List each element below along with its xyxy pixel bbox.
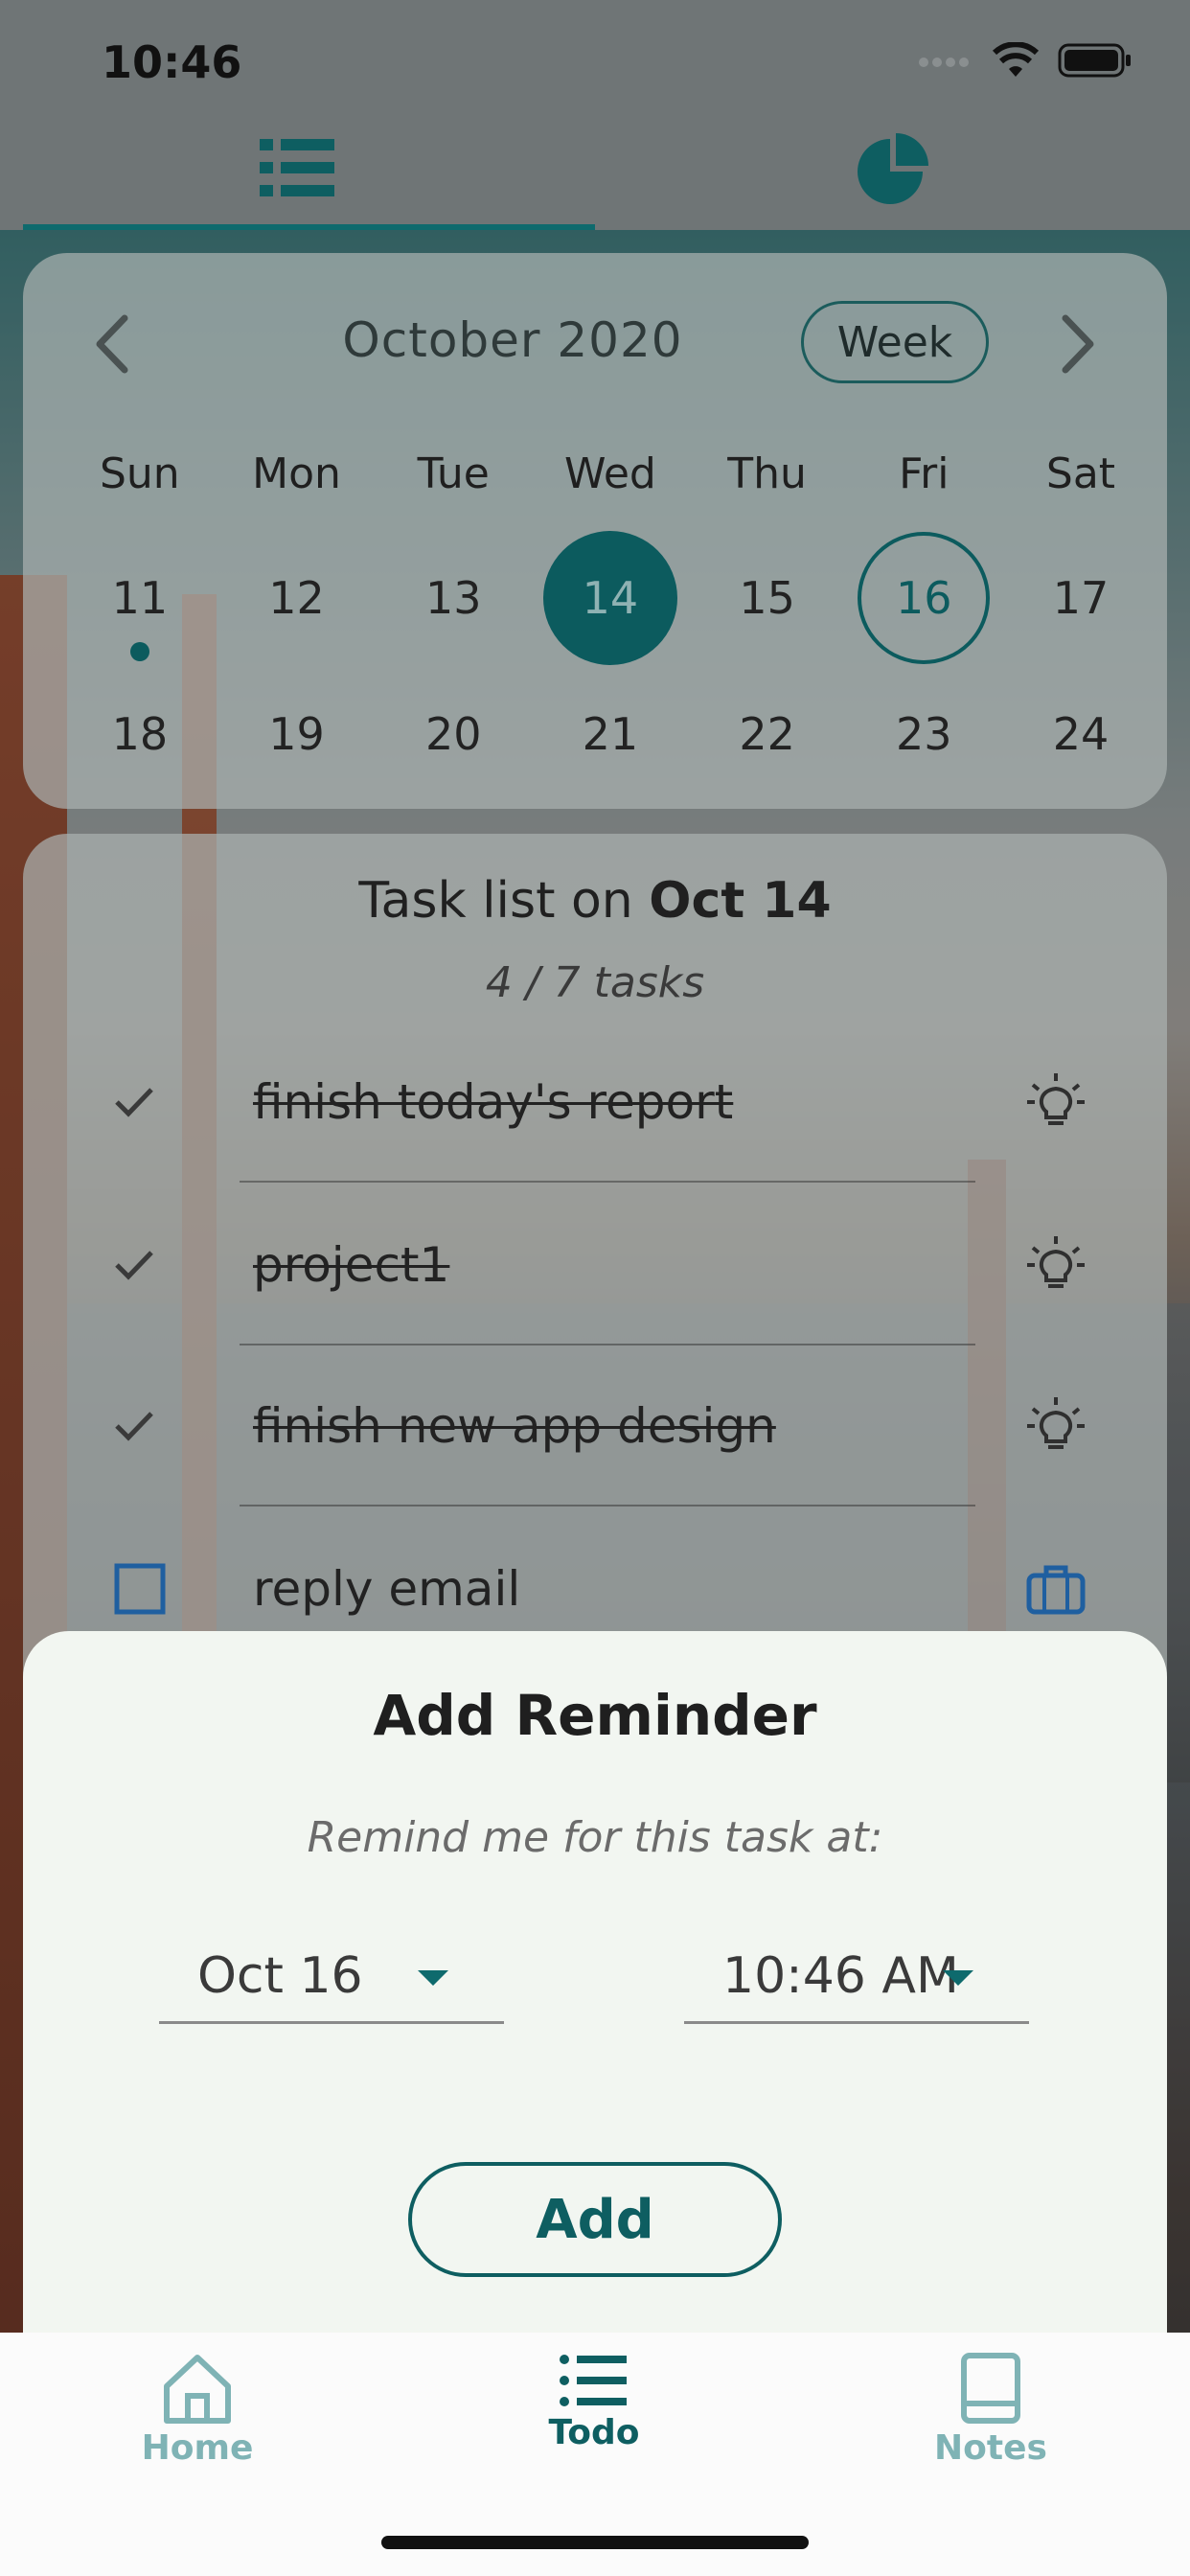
checkmark-icon[interactable] [113, 1248, 155, 1282]
calendar-day-selected[interactable]: 14 [532, 531, 689, 665]
task-divider [240, 1181, 975, 1183]
nav-notes[interactable]: Notes [876, 2352, 1106, 2468]
weekday-label: Wed [563, 448, 656, 498]
weekday-label: Tue [417, 448, 490, 498]
task-divider [240, 1505, 975, 1506]
home-icon [164, 2355, 231, 2424]
calendar-day[interactable]: 20 [375, 686, 532, 782]
calendar-week-row: 11 12 13 14 15 16 17 [23, 531, 1167, 665]
time-value: 10:46 AM [722, 1947, 959, 2005]
signal-icon [919, 58, 969, 67]
task-progress: 4 / 7 tasks [485, 958, 705, 1007]
event-dot [129, 642, 149, 661]
task-item[interactable]: project1 [23, 1184, 1167, 1346]
add-reminder-sheet: Add Reminder Remind me for this task at:… [23, 1631, 1167, 2359]
sheet-title: Add Reminder [373, 1683, 817, 1748]
battery-icon [1058, 43, 1131, 78]
status-icons [918, 42, 1133, 79]
sheet-subtitle: Remind me for this task at: [307, 1813, 883, 1862]
weekday-label: Thu [727, 448, 807, 498]
calendar-header: October 2020 Week [23, 253, 1167, 435]
calendar-day[interactable]: 15 [689, 531, 846, 665]
calendar-day[interactable]: 17 [1002, 531, 1159, 665]
home-indicator[interactable] [381, 2536, 809, 2549]
calendar-week-row: 18 19 20 21 22 23 24 [23, 686, 1167, 782]
calendar-day[interactable]: 11 [61, 531, 218, 665]
nav-notes-label: Notes [934, 2428, 1047, 2468]
task-list-date: Oct 14 [649, 872, 832, 930]
caret-down-icon [943, 1970, 973, 1986]
calendar-day[interactable]: 24 [1002, 686, 1159, 782]
notebook-icon [961, 2353, 1020, 2424]
date-dropdown[interactable]: Oct 16 [159, 1928, 504, 2024]
calendar-day-today[interactable]: 16 [845, 531, 1002, 665]
list-icon [560, 2355, 627, 2406]
briefcase-icon[interactable] [1025, 1562, 1087, 1616]
calendar-day[interactable]: 23 [845, 686, 1002, 782]
calendar-card: October 2020 Week Sun Mon Tue Wed Thu Fr… [23, 253, 1167, 809]
calendar-day[interactable]: 18 [61, 686, 218, 782]
wifi-icon [993, 42, 1039, 77]
chevron-right-icon[interactable] [1060, 314, 1098, 374]
task-label: finish new app design [253, 1398, 776, 1454]
task-list-title-prefix: Task list on [358, 872, 633, 930]
week-toggle-button[interactable]: Week [801, 301, 989, 383]
pie-chart-icon [857, 133, 928, 204]
task-label: reply email [253, 1561, 521, 1617]
task-label: finish today's report [253, 1074, 734, 1130]
top-bar: 10:46 [0, 0, 1190, 230]
tab-chart[interactable] [595, 105, 1190, 230]
status-time: 10:46 [102, 36, 242, 88]
checkbox-icon[interactable] [113, 1562, 167, 1616]
calendar-day[interactable]: 22 [689, 686, 846, 782]
calendar-day[interactable]: 21 [532, 686, 689, 782]
task-label: project1 [253, 1237, 450, 1293]
weekday-label: Sun [99, 448, 180, 498]
nav-todo[interactable]: Todo [479, 2352, 709, 2452]
calendar-day[interactable]: 19 [218, 686, 376, 782]
calendar-day[interactable]: 12 [218, 531, 376, 665]
lightbulb-icon[interactable] [1025, 1071, 1087, 1133]
view-tabs [0, 105, 1190, 230]
lightbulb-icon[interactable] [1025, 1395, 1087, 1457]
checkmark-icon[interactable] [113, 1409, 155, 1443]
nav-home[interactable]: Home [82, 2352, 312, 2468]
weekday-label: Sat [1045, 448, 1116, 498]
checkmark-icon[interactable] [113, 1085, 155, 1119]
nav-home-label: Home [141, 2428, 254, 2468]
task-list-title: Task list on Oct 14 [23, 872, 1167, 930]
date-value: Oct 16 [197, 1947, 363, 2005]
caret-down-icon [418, 1970, 448, 1986]
lightbulb-icon[interactable] [1025, 1234, 1087, 1296]
weekday-header-row: Sun Mon Tue Wed Thu Fri Sat [23, 426, 1167, 521]
time-dropdown[interactable]: 10:46 AM [684, 1928, 1029, 2024]
task-item[interactable]: finish new app design [23, 1346, 1167, 1506]
tab-list[interactable] [0, 105, 595, 230]
list-icon [259, 139, 334, 196]
weekday-label: Mon [252, 448, 341, 498]
add-reminder-button[interactable]: Add [408, 2162, 782, 2277]
calendar-day[interactable]: 13 [375, 531, 532, 665]
task-item[interactable]: finish today's report [23, 1022, 1167, 1183]
nav-todo-label: Todo [548, 2413, 640, 2452]
weekday-label: Fri [899, 448, 950, 498]
